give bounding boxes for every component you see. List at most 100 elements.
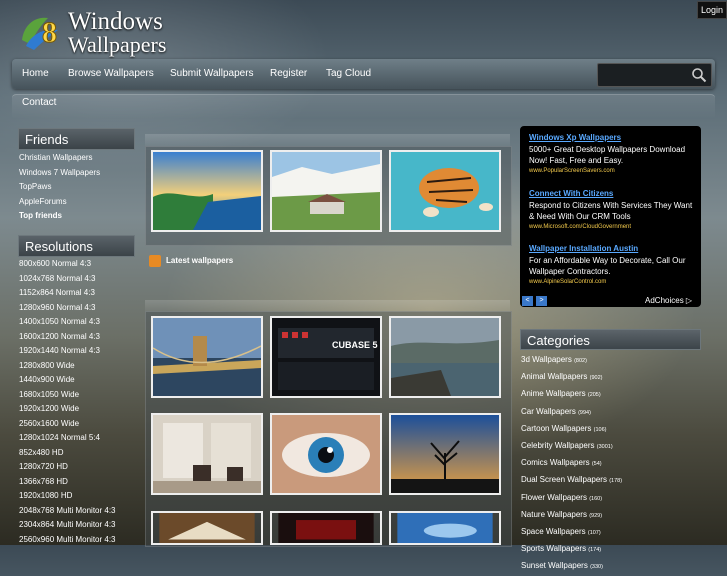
friends-list: Christian Wallpapers Windows 7 Wallpaper… <box>19 151 100 224</box>
adchoices-link[interactable]: AdChoices ▷ <box>645 296 692 305</box>
ad-title[interactable]: Wallpaper Installation Austin <box>529 244 694 253</box>
resolution-link[interactable]: 1600x1200 Normal 4:3 <box>19 330 116 345</box>
friend-link[interactable]: TopPaws <box>19 180 100 195</box>
chain-bridge-image <box>153 318 261 396</box>
ad-next-button[interactable]: > <box>536 296 547 306</box>
ad-url[interactable]: www.AlpineSolarControl.com <box>529 279 694 285</box>
category-link[interactable]: Nature Wallpapers (929) <box>521 507 622 524</box>
resolution-link[interactable]: 800x600 Normal 4:3 <box>19 257 116 272</box>
search-icon[interactable] <box>691 67 707 83</box>
blue-sky-image <box>397 513 493 543</box>
category-count: (929) <box>589 512 603 519</box>
category-link[interactable]: Flower Wallpapers (160) <box>521 490 622 507</box>
svg-text:8: 8 <box>42 16 57 49</box>
category-link[interactable]: Car Wallpapers (994) <box>521 404 622 421</box>
category-count: (994) <box>578 409 591 416</box>
adchoices-label: AdChoices <box>645 296 684 305</box>
category-name: 3d Wallpapers <box>521 355 572 364</box>
cubase-image: CUBASE 5 <box>272 318 380 396</box>
login-button[interactable]: Login <box>697 1 727 19</box>
ocean-coastline-image <box>153 152 261 230</box>
resolution-link[interactable]: 1680x1050 Wide <box>19 388 116 403</box>
category-link[interactable]: Comics Wallpapers (54) <box>521 455 622 472</box>
category-link[interactable]: Sunset Wallpapers (330) <box>521 558 622 575</box>
resolutions-list: 800x600 Normal 4:3 1024x768 Normal 4:3 1… <box>19 257 116 547</box>
wallpaper-thumbnail[interactable] <box>151 316 263 398</box>
friend-link[interactable]: Christian Wallpapers <box>19 151 100 166</box>
nav-register[interactable]: Register <box>270 68 307 79</box>
nav-home[interactable]: Home <box>22 68 49 79</box>
category-name: Animal Wallpapers <box>521 372 588 382</box>
resolution-link[interactable]: 2304x864 Multi Monitor 4:3 <box>19 518 116 533</box>
ad-body: Respond to Citizens With Services They W… <box>529 201 693 221</box>
friend-link[interactable]: Windows 7 Wallpapers <box>19 166 100 181</box>
resolution-link[interactable]: 1280x1024 Normal 5:4 <box>19 431 116 446</box>
wallpaper-thumbnail[interactable] <box>389 511 501 545</box>
resolution-link[interactable]: 1400x1050 Normal 4:3 <box>19 315 116 330</box>
resolution-link[interactable]: 1920x1440 Normal 4:3 <box>19 344 116 359</box>
wallpaper-thumbnail[interactable] <box>270 511 382 545</box>
ad-prev-button[interactable]: < <box>522 296 533 306</box>
resolution-link[interactable]: 852x480 HD <box>19 446 116 461</box>
resolution-link[interactable]: 1152x864 Normal 4:3 <box>19 286 116 301</box>
resolution-link[interactable]: 1280x720 HD <box>19 460 116 475</box>
empty-room-image <box>153 415 261 493</box>
resolution-link[interactable]: 2560x1600 Wide <box>19 417 116 432</box>
nav-second-row: Contact <box>12 94 715 119</box>
rss-icon[interactable] <box>149 255 161 267</box>
category-name: Space Wallpapers <box>521 527 586 537</box>
nav-tag-cloud[interactable]: Tag Cloud <box>326 68 371 79</box>
category-link[interactable]: Cartoon Wallpapers (106) <box>521 421 622 438</box>
category-link[interactable]: Animal Wallpapers (902) <box>521 369 622 386</box>
search-input[interactable] <box>597 63 712 87</box>
blue-eye-image <box>272 415 380 493</box>
wallpaper-thumbnail[interactable] <box>151 413 263 495</box>
leaf-8-logo-icon: 8 <box>22 16 58 50</box>
resolution-link[interactable]: 1920x1080 HD <box>19 489 116 504</box>
ad-title[interactable]: Connect With Citizens <box>529 189 694 198</box>
wallpaper-thumbnail[interactable] <box>389 150 501 232</box>
resolution-link[interactable]: 1366x768 HD <box>19 475 116 490</box>
wallpaper-thumbnail[interactable] <box>270 150 382 232</box>
category-count: (106) <box>593 426 607 433</box>
resolution-link[interactable]: 1280x960 Normal 4:3 <box>19 301 116 316</box>
ad-item[interactable]: Connect With Citizens Respond to Citizen… <box>529 189 694 230</box>
wallpaper-thumbnail[interactable] <box>389 413 501 495</box>
resolution-link[interactable]: 1280x800 Wide <box>19 359 116 374</box>
friends-heading: Friends <box>18 128 135 150</box>
category-link[interactable]: Dual Screen Wallpapers (178) <box>521 472 622 489</box>
category-link[interactable]: Sports Wallpapers (174) <box>521 541 622 558</box>
category-name: Comics Wallpapers <box>521 458 590 468</box>
ad-item[interactable]: Wallpaper Installation Austin For an Aff… <box>529 244 694 285</box>
dark-abstract-image <box>278 513 374 543</box>
wallpaper-thumbnail[interactable] <box>151 511 263 545</box>
nav-browse-wallpapers[interactable]: Browse Wallpapers <box>68 68 154 79</box>
wallpaper-thumbnail[interactable]: CUBASE 5 <box>270 316 382 398</box>
ad-url[interactable]: www.PopularScreenSavers.com <box>529 168 694 174</box>
category-count: (330) <box>590 564 603 571</box>
top-friends-link[interactable]: Top friends <box>19 209 100 224</box>
wallpaper-thumbnail[interactable] <box>270 413 382 495</box>
site-logo[interactable]: 8 Windows Wallpapers <box>18 8 188 57</box>
category-count: (160) <box>589 495 603 502</box>
resolution-link[interactable]: 1024x768 Normal 4:3 <box>19 272 116 287</box>
rocky-coast-image <box>391 318 499 396</box>
wallpaper-thumbnail[interactable] <box>389 316 501 398</box>
category-link[interactable]: Space Wallpapers (107) <box>521 524 622 541</box>
ad-title[interactable]: Windows Xp Wallpapers <box>529 133 694 142</box>
friend-link[interactable]: AppleForums <box>19 195 100 210</box>
ad-url[interactable]: www.Microsoft.com/CloudGovernment <box>529 224 694 230</box>
category-count: (174) <box>588 547 602 554</box>
category-link[interactable]: Celebrity Wallpapers (3001) <box>521 438 622 455</box>
resolutions-heading: Resolutions <box>18 235 135 257</box>
wallpaper-thumbnail[interactable] <box>151 150 263 232</box>
category-link[interactable]: 3d Wallpapers (802) <box>521 352 622 369</box>
resolution-link[interactable]: 1440x900 Wide <box>19 373 116 388</box>
nav-contact[interactable]: Contact <box>22 97 56 108</box>
resolution-link[interactable]: 1920x1200 Wide <box>19 402 116 417</box>
nav-submit-wallpapers[interactable]: Submit Wallpapers <box>170 68 254 79</box>
resolution-link[interactable]: 2048x768 Multi Monitor 4:3 <box>19 504 116 519</box>
latest-wallpapers-header: Latest wallpapers <box>145 250 510 270</box>
ad-item[interactable]: Windows Xp Wallpapers 5000+ Great Deskto… <box>529 133 694 174</box>
category-link[interactable]: Anime Wallpapers (205) <box>521 386 622 403</box>
